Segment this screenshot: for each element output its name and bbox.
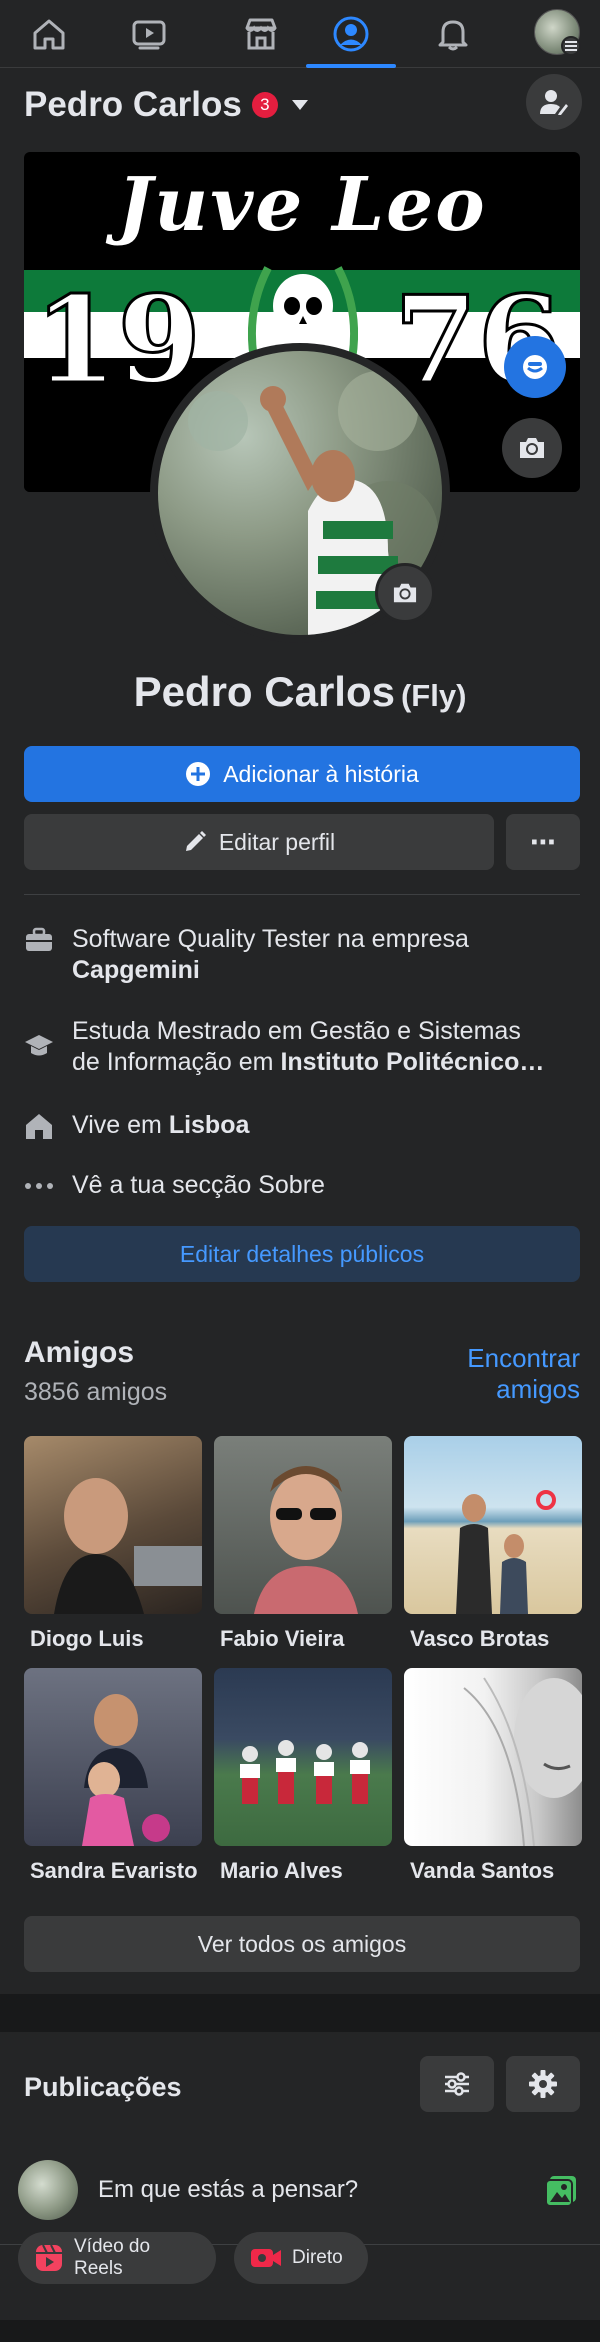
- friend-card[interactable]: Vanda Santos: [404, 1668, 582, 1884]
- about-link[interactable]: Vê a tua secção Sobre: [24, 1170, 580, 1201]
- school-name[interactable]: Instituto Politécnico…: [280, 1048, 544, 1076]
- friend-name: Vanda Santos: [410, 1858, 555, 1883]
- home-icon: [24, 1110, 54, 1141]
- more-dots-icon: [24, 1170, 54, 1201]
- friend-photo: [24, 1436, 202, 1614]
- briefcase-icon: [24, 924, 54, 955]
- camera-icon: [520, 438, 544, 458]
- cover-year-left: 19: [33, 269, 203, 413]
- friend-photo: [404, 1436, 582, 1614]
- profile-alternate-name: (Fly): [400, 678, 467, 713]
- profile-switcher[interactable]: Pedro Carlos 3: [24, 80, 308, 130]
- friend-name: Mario Alves: [220, 1858, 343, 1883]
- profile-picture[interactable]: [150, 343, 450, 643]
- friend-photo: [404, 1668, 582, 1846]
- friend-name: Sandra Evaristo: [30, 1858, 198, 1883]
- friend-name: Diogo Luis: [30, 1626, 144, 1651]
- profile-name-header: Pedro Carlos: [24, 85, 242, 124]
- friend-name: Vasco Brotas: [410, 1626, 550, 1651]
- friend-card[interactable]: Diogo Luis: [24, 1436, 202, 1652]
- friend-card[interactable]: Fabio Vieira: [214, 1436, 392, 1652]
- sliders-icon: [445, 2072, 469, 2096]
- friend-card[interactable]: Vasco Brotas: [404, 1436, 582, 1652]
- avatar-chat-button[interactable]: [504, 336, 566, 398]
- reels-video-button[interactable]: Vídeo do Reels: [18, 2232, 216, 2284]
- find-friends-link[interactable]: Encontrar amigos: [400, 1343, 580, 1405]
- plus-circle-icon: [186, 762, 211, 786]
- marketplace-icon[interactable]: [216, 0, 306, 68]
- more-icon: ⋯: [530, 826, 556, 857]
- menu-icon: [561, 36, 581, 56]
- avatar-icon: [523, 355, 547, 379]
- section-separator: [0, 2320, 600, 2342]
- cover-title-text: Juve Leo: [117, 162, 487, 248]
- top-navigation: [0, 0, 600, 68]
- switch-profile-button[interactable]: [526, 74, 582, 130]
- friend-card[interactable]: Sandra Evaristo: [24, 1668, 202, 1884]
- settings-button[interactable]: [506, 2056, 580, 2112]
- education-detail: Estuda Mestrado em Gestão e Sistemas de …: [24, 1016, 580, 1078]
- add-story-button[interactable]: Adicionar à história: [24, 746, 580, 802]
- friends-count: 3856 amigos: [24, 1378, 168, 1406]
- live-video-icon: [251, 2249, 281, 2267]
- notifications-icon[interactable]: [408, 0, 498, 68]
- city-name[interactable]: Lisboa: [169, 1111, 250, 1139]
- divider: [24, 894, 580, 895]
- menu-avatar[interactable]: [534, 9, 581, 56]
- profile-icon[interactable]: [306, 0, 396, 68]
- friend-photo: [214, 1668, 392, 1846]
- friends-title: Amigos: [24, 1336, 135, 1369]
- video-icon[interactable]: [104, 0, 194, 68]
- chevron-down-icon[interactable]: [291, 100, 308, 110]
- profile-camera-button[interactable]: [375, 563, 435, 623]
- post-composer[interactable]: Em que estás a pensar?: [0, 2132, 600, 2242]
- work-detail: Software Quality Tester na empresa Capge…: [24, 924, 580, 986]
- live-video-button[interactable]: Direto: [234, 2232, 368, 2284]
- more-options-button[interactable]: ⋯: [506, 814, 580, 870]
- section-separator: [0, 1994, 600, 2032]
- friend-photo: [24, 1668, 202, 1846]
- composer-avatar: [18, 2160, 78, 2220]
- friend-name: Fabio Vieira: [220, 1626, 345, 1651]
- friend-photo: [214, 1436, 392, 1614]
- see-all-friends-button[interactable]: Ver todos os amigos: [24, 1916, 580, 1972]
- home-icon[interactable]: [4, 0, 94, 68]
- cover-camera-button[interactable]: [502, 418, 562, 478]
- location-detail: Vive em Lisboa: [24, 1110, 580, 1141]
- edit-public-details-button[interactable]: Editar detalhes públicos: [24, 1226, 580, 1282]
- pencil-icon: [185, 831, 206, 851]
- photo-icon[interactable]: [544, 2174, 578, 2208]
- profile-main: Pedro Carlos 3 Juve Leo 19 76 Pedro Carl…: [0, 68, 600, 1998]
- graduation-cap-icon: [24, 1030, 54, 1061]
- notification-badge: 3: [251, 92, 278, 118]
- profile-name: Pedro Carlos: [133, 668, 395, 715]
- user-edit-icon: [540, 90, 568, 115]
- reels-icon: [36, 2244, 62, 2271]
- friend-card[interactable]: Mario Alves: [214, 1668, 392, 1884]
- edit-profile-button[interactable]: Editar perfil: [24, 814, 494, 870]
- profile-display-name: Pedro Carlos (Fly): [0, 668, 600, 716]
- gear-icon: [529, 2070, 557, 2098]
- composer-placeholder: Em que estás a pensar?: [98, 2176, 359, 2203]
- work-company[interactable]: Capgemini: [72, 956, 200, 984]
- posts-title: Publicações: [24, 2072, 182, 2102]
- camera-icon: [393, 583, 417, 603]
- posts-section: Publicações Em que estás a pensar?: [0, 2032, 600, 2342]
- filters-button[interactable]: [420, 2056, 494, 2112]
